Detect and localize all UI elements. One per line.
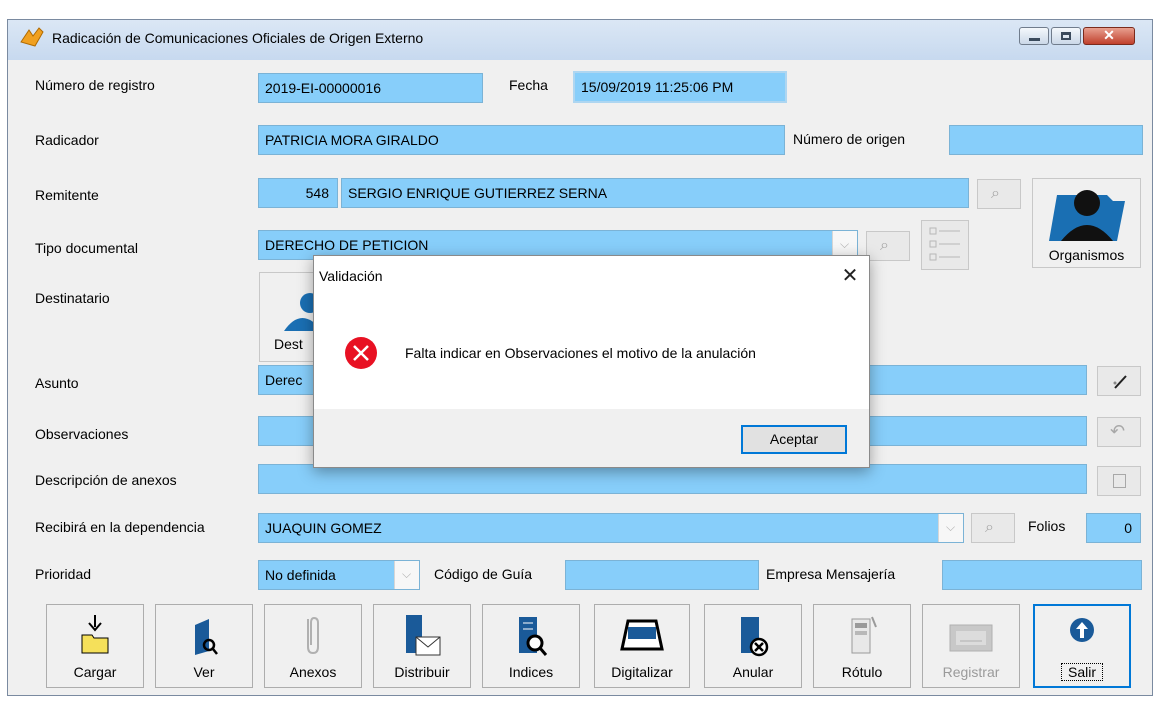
organizations-folder-icon [1049, 190, 1125, 241]
distribuir-button[interactable]: Distribuir [373, 604, 471, 688]
dialog-message: Falta indicar en Observaciones el motivo… [405, 345, 756, 361]
ver-label: Ver [193, 664, 215, 680]
exit-icon [1070, 618, 1094, 642]
scanner-icon [620, 619, 664, 651]
rotulo-button[interactable]: Rótulo [813, 604, 911, 688]
remitente-label: Remitente [35, 187, 99, 203]
folios-field[interactable]: 0 [1086, 513, 1141, 543]
registrar-label: Registrar [942, 664, 1000, 680]
binoculars-icon: ⌕ [985, 519, 994, 536]
salir-label: Salir [1035, 663, 1129, 681]
recibira-select[interactable]: JUAQUIN GOMEZ [258, 513, 964, 543]
chevron-down-icon: ⌵ [840, 237, 850, 251]
numero-registro-label: Número de registro [35, 77, 155, 93]
asunto-label: Asunto [35, 375, 79, 391]
codigo-guia-label: Código de Guía [434, 566, 533, 582]
paperclip-icon [307, 616, 319, 655]
radicador-label: Radicador [35, 132, 99, 148]
aceptar-button[interactable]: Aceptar [741, 425, 847, 454]
descripcion-anexos-field[interactable] [258, 464, 1087, 494]
tipo-documental-search-button[interactable]: ⌕ [866, 231, 910, 261]
destinatario-button-label: Dest [274, 336, 303, 352]
tipo-documental-label: Tipo documental [35, 240, 138, 256]
numero-origen-field[interactable] [949, 125, 1143, 155]
error-icon [345, 337, 377, 369]
registrar-button[interactable]: Registrar [922, 604, 1020, 688]
maximize-icon [1061, 32, 1071, 40]
cancel-document-icon [741, 617, 769, 657]
folder-load-icon [81, 615, 109, 654]
pencil-icon [1113, 375, 1127, 389]
rotulo-label: Rótulo [841, 664, 883, 680]
label-icon [851, 616, 877, 654]
salir-label-text: Salir [1060, 663, 1103, 681]
binoculars-icon: ⌕ [991, 185, 1000, 202]
fecha-label: Fecha [509, 77, 548, 93]
asunto-edit-button[interactable] [1097, 366, 1141, 396]
indices-label: Indices [508, 664, 554, 680]
close-icon: ✕ [1103, 27, 1115, 43]
window-title: Radicación de Comunicaciones Oficiales d… [52, 30, 424, 46]
remitente-search-button[interactable]: ⌕ [977, 179, 1021, 209]
app-icon [20, 27, 44, 47]
dialog-close-button[interactable]: ✕ [836, 262, 864, 290]
digitalizar-button[interactable]: Digitalizar [594, 604, 690, 688]
minimize-icon [1029, 38, 1040, 41]
anexos-button[interactable]: Anexos [264, 604, 362, 688]
recibira-label: Recibirá en la dependencia [35, 519, 205, 535]
register-icon [949, 624, 993, 652]
observaciones-label: Observaciones [35, 426, 129, 442]
ver-button[interactable]: Ver [155, 604, 253, 688]
binoculars-icon: ⌕ [880, 237, 889, 254]
distribuir-label: Distribuir [394, 664, 450, 680]
recibira-dropdown-button[interactable]: ⌵ [938, 514, 963, 542]
distribute-icon [406, 615, 441, 656]
remitente-nombre-field[interactable]: SERGIO ENRIQUE GUTIERREZ SERNA [341, 178, 969, 208]
prioridad-label: Prioridad [35, 566, 92, 582]
view-document-icon [195, 619, 218, 655]
anular-button[interactable]: Anular [704, 604, 802, 688]
close-window-button[interactable]: ✕ [1083, 27, 1135, 45]
salir-button[interactable]: Salir [1033, 604, 1131, 688]
organismos-label: Organismos [1048, 247, 1125, 263]
anexos-label: Anexos [289, 664, 337, 680]
dialog-title: Validación [319, 268, 383, 284]
recibira-search-button[interactable]: ⌕ [971, 513, 1015, 543]
cargar-label: Cargar [73, 664, 117, 680]
folios-label: Folios [1028, 518, 1066, 534]
undo-icon: ↶ [1110, 421, 1126, 441]
digitalizar-label: Digitalizar [611, 664, 673, 680]
maximize-button[interactable] [1051, 27, 1081, 45]
anexos-detail-button[interactable] [1097, 466, 1141, 496]
list-icon [929, 227, 960, 261]
minimize-button[interactable] [1019, 27, 1049, 45]
destinatario-label: Destinatario [35, 290, 110, 306]
chevron-down-icon: ⌵ [402, 567, 412, 581]
organismos-button[interactable]: Organismos [1032, 178, 1141, 268]
descripcion-anexos-label: Descripción de anexos [35, 472, 177, 488]
empresa-label: Empresa Mensajería [766, 566, 896, 582]
fecha-field[interactable]: 15/09/2019 11:25:06 PM [573, 71, 787, 103]
radicador-field[interactable]: PATRICIA MORA GIRALDO [258, 125, 785, 155]
observaciones-undo-button[interactable]: ↶ [1097, 417, 1141, 447]
cargar-button[interactable]: Cargar [46, 604, 144, 688]
close-icon: ✕ [841, 265, 859, 287]
anular-label: Anular [732, 664, 774, 680]
indices-button[interactable]: Indices [482, 604, 580, 688]
numero-origen-label: Número de origen [793, 131, 906, 147]
index-search-icon [519, 617, 548, 656]
remitente-codigo-field[interactable]: 548 [258, 178, 338, 208]
chevron-down-icon: ⌵ [946, 520, 956, 534]
tipo-documental-list-button[interactable] [921, 220, 969, 270]
empresa-field[interactable] [942, 560, 1142, 590]
window-icon [1113, 474, 1126, 488]
prioridad-dropdown-button[interactable]: ⌵ [394, 561, 419, 589]
codigo-guia-field[interactable] [565, 560, 759, 590]
numero-registro-field[interactable]: 2019-EI-00000016 [258, 73, 483, 103]
